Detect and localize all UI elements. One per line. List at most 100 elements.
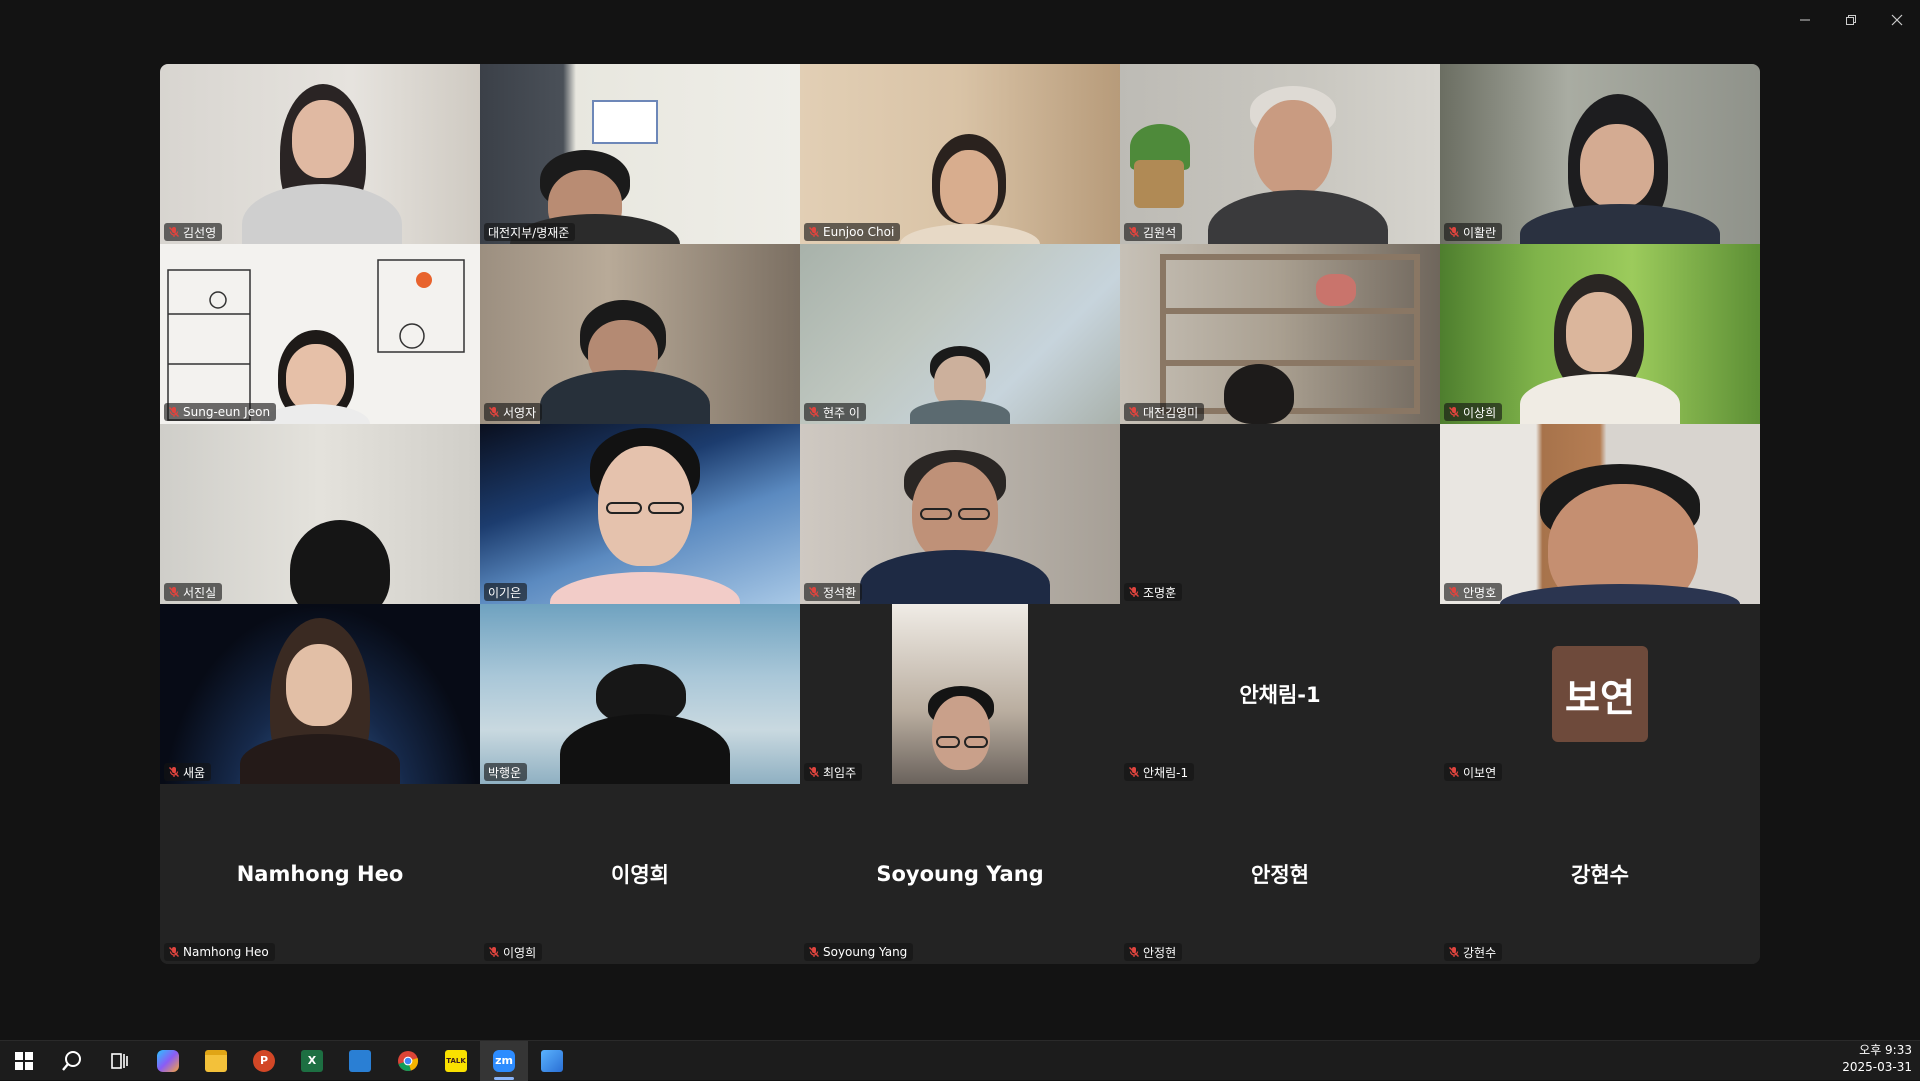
mic-muted-icon [168,586,180,598]
participant-name-tag: 박행운 [484,763,528,781]
participant-name: 이기은 [488,585,522,600]
chrome-icon [398,1050,419,1071]
participant-name-tag: 강현수 [1444,943,1503,961]
participant-tile[interactable]: 안정현 안정현 [1120,784,1440,964]
participant-tile[interactable]: Sung-eun Jeon [160,244,480,424]
participant-tile[interactable]: 이활란 [1440,64,1760,244]
system-clock[interactable]: 오후 9:33 2025-03-31 [1822,1042,1912,1078]
participant-name: 대전지부/명재준 [488,225,570,240]
participant-name-tag: 안명호 [1444,583,1503,601]
participant-tile[interactable]: 이영희 이영희 [480,784,800,964]
participant-tile[interactable]: 서영자 [480,244,800,424]
video-feed [480,424,800,604]
participant-display-name: 강현수 [1571,863,1629,887]
photos-button[interactable] [528,1041,576,1081]
participant-tile[interactable]: 김선영 [160,64,480,244]
participant-tile[interactable]: Namhong Heo Namhong Heo [160,784,480,964]
mic-muted-icon [808,766,820,778]
participant-name-tag: Sung-eun Jeon [164,403,277,421]
participant-name-tag: 서진실 [164,583,223,601]
participant-tile[interactable]: 김원석 [1120,64,1440,244]
restore-button[interactable] [1828,0,1874,40]
participant-name: 김원석 [1143,225,1177,240]
participant-tile[interactable]: 박행운 [480,604,800,784]
copilot-button[interactable] [144,1041,192,1081]
kakaotalk-icon: TALK [445,1049,467,1072]
participant-display-name: 안정현 [1251,863,1309,887]
participant-tile[interactable]: 정석환 [800,424,1120,604]
video-feed [480,604,800,784]
video-feed [160,424,480,604]
mic-muted-icon [1448,946,1460,958]
participant-tile[interactable]: 조명훈 [1120,424,1440,604]
participant-tile-active-speaker[interactable]: 이기은 [480,424,800,604]
participant-name: 이영희 [503,945,537,960]
participant-tile[interactable]: 최임주 [800,604,1120,784]
participant-name-tag: 이영희 [484,943,543,961]
mic-muted-icon [168,766,180,778]
file-explorer-button[interactable] [192,1041,240,1081]
close-icon [1891,14,1903,26]
participant-tile[interactable]: 현주 이 [800,244,1120,424]
mic-muted-icon [1128,586,1140,598]
zoom-window: 김선영 대전지부/명재준 Eunjoo Choi 김원석 이활란 Sung-eu… [0,0,1920,1040]
participant-tile[interactable]: Eunjoo Choi [800,64,1120,244]
chrome-button[interactable] [384,1041,432,1081]
search-icon [62,1050,81,1071]
participant-name: 조명훈 [1143,585,1177,600]
participant-name: 새움 [183,765,206,780]
video-feed [1440,244,1760,424]
clock-time: 오후 9:33 [1859,1043,1912,1057]
powerpoint-button[interactable]: P [240,1041,288,1081]
participant-tile[interactable]: 보연 이보연 [1440,604,1760,784]
minimize-button[interactable] [1782,0,1828,40]
participant-tile[interactable]: 서진실 [160,424,480,604]
mic-muted-icon [1128,406,1140,418]
start-button[interactable] [0,1041,48,1081]
participant-tile[interactable]: 새움 [160,604,480,784]
participant-name-tag: Soyoung Yang [804,943,914,961]
excel-icon: X [301,1049,323,1072]
participant-name-tag: 현주 이 [804,403,866,421]
mic-muted-icon [808,406,820,418]
participant-tile[interactable]: 강현수 강현수 [1440,784,1760,964]
minimize-icon [1800,19,1810,21]
participant-tile[interactable]: 안채림-1 안채림-1 [1120,604,1440,784]
video-feed [800,64,1120,244]
participant-tile[interactable]: Soyoung Yang Soyoung Yang [800,784,1120,964]
task-view-button[interactable] [96,1041,144,1081]
windows-icon [15,1051,33,1070]
participant-tile[interactable]: 대전김영미 [1120,244,1440,424]
participant-name-tag: 조명훈 [1124,583,1183,601]
participant-display-name: 이영희 [611,863,669,887]
participant-name-tag: 대전김영미 [1124,403,1205,421]
video-feed [480,244,800,424]
photos-icon [541,1049,563,1072]
mic-muted-icon [1128,946,1140,958]
participant-name-tag: 안정현 [1124,943,1183,961]
kakaotalk-button[interactable]: TALK [432,1041,480,1081]
participant-tile[interactable]: 대전지부/명재준 [480,64,800,244]
video-feed [160,604,480,784]
video-feed [1120,244,1440,424]
participant-name: 최임주 [823,765,857,780]
video-feed [800,424,1120,604]
blue-app-button[interactable] [336,1041,384,1081]
participant-tile[interactable]: 안명호 [1440,424,1760,604]
participant-name: 서진실 [183,585,217,600]
mic-muted-icon [1448,766,1460,778]
search-button[interactable] [48,1041,96,1081]
participant-name: Sung-eun Jeon [183,405,271,419]
participant-name: 서영자 [503,405,537,420]
participant-name-tag: 서영자 [484,403,543,421]
participant-name-tag: Eunjoo Choi [804,223,901,241]
zoom-button[interactable]: zm [480,1040,528,1081]
participant-tile[interactable]: 이상희 [1440,244,1760,424]
participant-display-name: Namhong Heo [236,862,404,886]
excel-button[interactable]: X [288,1041,336,1081]
mic-muted-icon [808,586,820,598]
participant-name: 정석환 [823,585,857,600]
close-button[interactable] [1874,0,1920,40]
participant-name: Namhong Heo [183,945,269,959]
participant-name-tag: 이보연 [1444,763,1503,781]
